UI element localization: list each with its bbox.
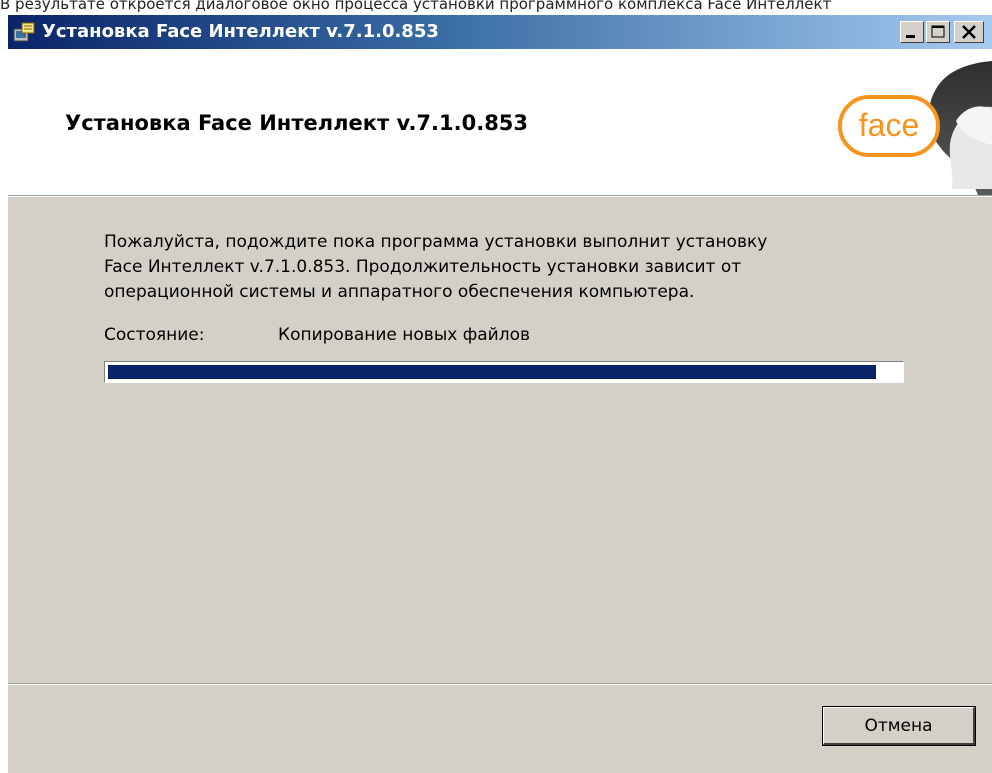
header-banner: Установка Face Интеллект v.7.1.0.853 fac… [8,49,992,195]
minimize-button[interactable] [900,21,924,43]
maximize-icon [931,25,945,38]
installer-icon [12,21,36,43]
description-line: Face Интеллект v.7.1.0.853. Продолжитель… [104,257,742,277]
close-icon [962,25,976,39]
minimize-icon [906,35,915,38]
document-caption: В результате откроется диалоговое окно п… [0,0,832,13]
footer-divider-highlight [8,684,992,685]
banner-title: Установка Face Интеллект v.7.1.0.853 [65,111,529,135]
installer-window: Установка Face Интеллект v.7.1.0.853 Уст… [8,15,992,773]
close-button[interactable] [954,21,984,43]
face-logo-icon: face [838,49,992,195]
banner-divider-highlight [8,196,992,197]
progress-bar [104,361,904,383]
cancel-button[interactable]: Отмена [822,706,976,746]
window-title: Установка Face Интеллект v.7.1.0.853 [42,21,439,42]
description-line: Пожалуйста, подождите пока программа уст… [104,232,768,252]
installation-description: Пожалуйста, подождите пока программа уст… [104,230,884,305]
svg-text:face: face [859,107,919,143]
title-bar[interactable]: Установка Face Интеллект v.7.1.0.853 [8,15,992,49]
progress-fill [108,365,876,379]
maximize-button[interactable] [926,21,950,43]
status-value: Копирование новых файлов [278,325,530,345]
description-line: операционной системы и аппаратного обесп… [104,282,695,302]
status-label: Состояние: [104,325,205,345]
